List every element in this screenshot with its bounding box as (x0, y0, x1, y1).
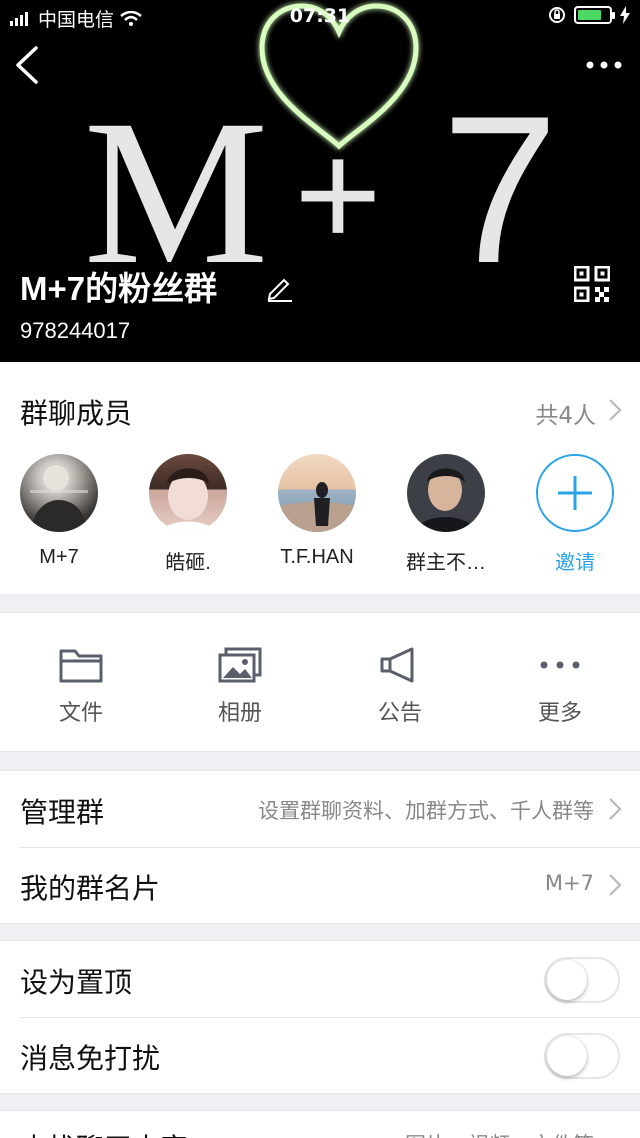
my-group-card-row[interactable]: 我的群名片 M+7 (0, 847, 640, 923)
mute-row: 消息免打扰 (0, 1017, 640, 1093)
more-dots-icon (540, 661, 580, 669)
album-label: 相册 (217, 701, 262, 726)
mute-toggle[interactable] (544, 1033, 620, 1079)
megaphone-icon (380, 647, 414, 683)
member-name: M+7 (39, 546, 79, 568)
album-icon (218, 647, 262, 683)
status-time: 07:31 (289, 5, 351, 27)
qr-code-icon[interactable] (574, 266, 610, 302)
status-bar: 中国电信 07:31 (0, 0, 640, 34)
avatar[interactable] (20, 454, 98, 532)
member-name: T.F.HAN (280, 546, 354, 568)
my-group-card-value: M+7 (544, 871, 594, 895)
member-item[interactable]: M+7 (9, 454, 109, 569)
group-members-section: 群聊成员 共4人 M+7 皓砸. T.F.HAN 群主不… 邀请 (0, 362, 640, 594)
avatar[interactable] (407, 454, 485, 532)
chevron-right-icon (609, 798, 622, 820)
manage-group-value: 设置群聊资料、加群方式、千人群等 (258, 799, 594, 823)
member-item[interactable]: 皓砸. (138, 454, 238, 575)
quick-actions-bar: 文件 相册 公告 更多 (0, 612, 640, 752)
avatar[interactable] (278, 454, 356, 532)
toggle-knob (547, 1036, 587, 1076)
members-title: 群聊成员 (20, 397, 133, 430)
manage-group-row[interactable]: 管理群 设置群聊资料、加群方式、千人群等 (0, 771, 640, 847)
group-settings-section: 管理群 设置群聊资料、加群方式、千人群等 我的群名片 M+7 (0, 770, 640, 924)
folder-icon (59, 649, 103, 683)
banner-plus: + (294, 110, 382, 278)
pin-top-row: 设为置顶 (0, 941, 640, 1017)
pin-top-toggle[interactable] (544, 957, 620, 1003)
edit-icon[interactable] (266, 274, 294, 302)
member-name: 群主不… (406, 552, 486, 574)
group-header: M + 7 中国电信 07:31 M+7的粉丝群 978244017 (0, 0, 640, 362)
files-button[interactable]: 文件 (21, 647, 141, 727)
members-count[interactable]: 共4人 (535, 396, 596, 430)
rotation-lock-icon (549, 7, 565, 23)
chevron-right-icon[interactable] (608, 398, 622, 422)
chevron-right-icon (609, 874, 622, 896)
member-item[interactable]: 群主不… (396, 454, 496, 575)
album-button[interactable]: 相册 (180, 647, 300, 727)
group-info-screen: M + 7 中国电信 07:31 M+7的粉丝群 978244017 群聊成员 … (0, 0, 640, 1138)
member-item[interactable]: T.F.HAN (267, 454, 367, 569)
mute-label: 消息免打扰 (20, 1042, 161, 1075)
member-name: 皓砸. (165, 552, 211, 574)
group-id: 978244017 (20, 318, 131, 343)
announcement-label: 公告 (377, 701, 422, 726)
invite-member-button[interactable]: 邀请 (525, 454, 625, 575)
search-history-label: 查找聊天内容 (20, 1127, 188, 1138)
announcement-button[interactable]: 公告 (340, 647, 460, 727)
pin-top-label: 设为置顶 (20, 966, 133, 999)
avatar[interactable] (149, 454, 227, 532)
chat-settings-section: 设为置顶 消息免打扰 (0, 940, 640, 1094)
battery-icon (574, 6, 615, 24)
charging-icon (620, 6, 630, 24)
search-history-row[interactable]: 查找聊天内容 图片、视频、文件等 (0, 1110, 640, 1138)
group-name[interactable]: M+7的粉丝群 (20, 262, 217, 310)
files-label: 文件 (58, 701, 103, 726)
more-label: 更多 (537, 701, 582, 726)
more-icon[interactable] (584, 52, 624, 78)
banner-digit-7: 7 (442, 72, 559, 307)
invite-label[interactable]: 邀请 (525, 546, 625, 575)
more-actions-button[interactable]: 更多 (500, 647, 620, 727)
add-member-icon[interactable] (536, 454, 614, 532)
toggle-knob (547, 960, 587, 1000)
back-icon[interactable] (8, 42, 48, 88)
manage-group-label: 管理群 (20, 796, 105, 829)
search-history-value: 图片、视频、文件等 (405, 1129, 594, 1138)
my-group-card-label: 我的群名片 (20, 872, 161, 905)
battery-level (578, 10, 602, 20)
